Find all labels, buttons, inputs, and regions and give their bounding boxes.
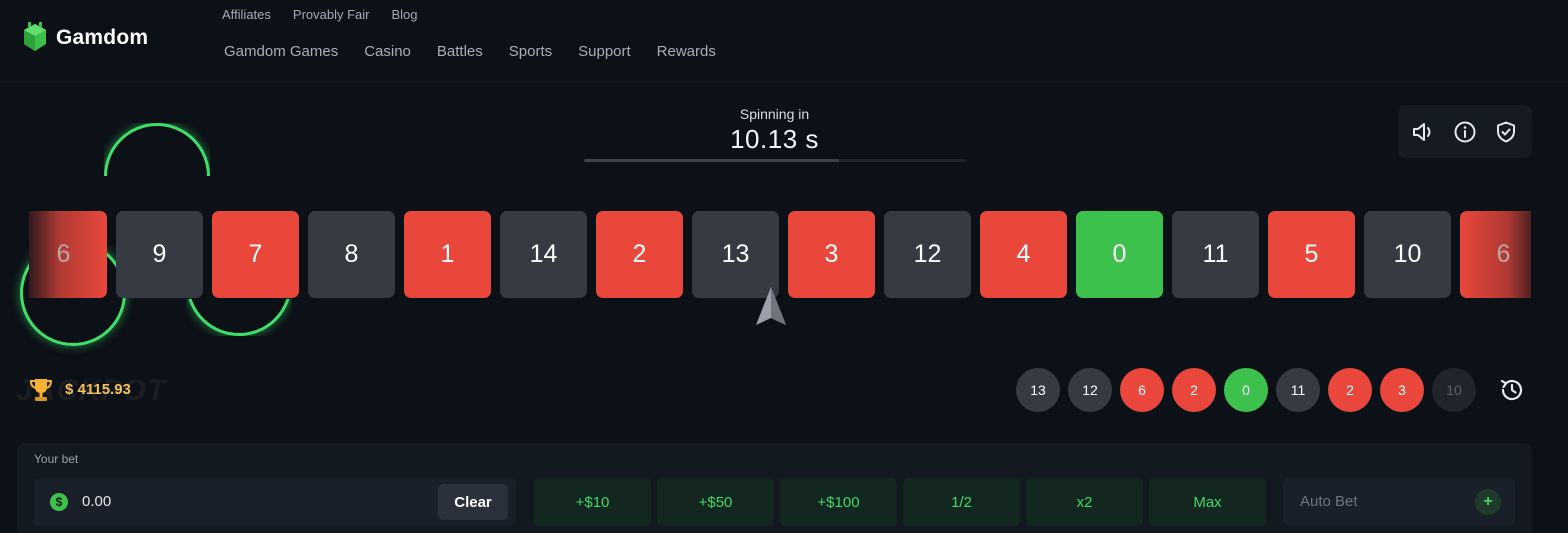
pointer-arrow-icon	[756, 287, 786, 325]
roulette-tile: 9	[116, 211, 203, 298]
auto-bet-add-button[interactable]: +	[1475, 489, 1501, 515]
roulette-tile: 14	[500, 211, 587, 298]
dollar-coin-icon: $	[50, 493, 68, 511]
history-button[interactable]	[1497, 374, 1527, 406]
roulette-tile: 1	[404, 211, 491, 298]
bet-panel: Your bet $ Clear +$10 +$50 +$100 1/2 x2 …	[17, 443, 1532, 533]
nav-rewards[interactable]: Rewards	[657, 43, 716, 60]
roulette-tile: 11	[1172, 211, 1259, 298]
header: Gamdom Affiliates Provably Fair Blog Gam…	[0, 0, 1568, 82]
nav-blog[interactable]: Blog	[391, 7, 417, 22]
add-100-button[interactable]: +$100	[780, 478, 897, 526]
history-result: 12	[1068, 368, 1112, 412]
bet-amount-field: $ Clear	[34, 478, 516, 526]
roulette-tile: 6	[1460, 211, 1531, 298]
history-result: 13	[1016, 368, 1060, 412]
shield-check-icon	[1496, 121, 1515, 142]
roulette-tile: 13	[692, 211, 779, 298]
jackpot-display: JACKPOT $ 4115.93	[16, 372, 176, 408]
nav-provably-fair[interactable]: Provably Fair	[293, 7, 370, 22]
main-nav: Gamdom Games Casino Battles Sports Suppo…	[224, 43, 716, 60]
max-button[interactable]: Max	[1149, 478, 1266, 526]
info-button[interactable]	[1450, 117, 1480, 147]
timer-value: 10.13 s	[730, 124, 819, 154]
roulette-strip: 6 9 7 8 1 14 2 13 3 12 4 0 11 5 10 6	[29, 211, 1531, 298]
nav-support[interactable]: Support	[578, 43, 631, 60]
provably-fair-button[interactable]	[1491, 117, 1521, 147]
game-controls	[1398, 105, 1532, 158]
brand-name: Gamdom	[56, 26, 149, 49]
roulette-tile: 3	[788, 211, 875, 298]
roulette-tile: 10	[1364, 211, 1451, 298]
add-10-button[interactable]: +$10	[534, 478, 651, 526]
history-icon	[1500, 379, 1523, 401]
history-result: 2	[1328, 368, 1372, 412]
roulette-tile: 7	[212, 211, 299, 298]
spin-timer: Spinning in 10.13 s	[584, 106, 965, 155]
roulette-tile: 2	[596, 211, 683, 298]
roulette-tile: 5	[1268, 211, 1355, 298]
clear-button[interactable]: Clear	[438, 484, 508, 520]
history-result: 10	[1432, 368, 1476, 412]
nav-affiliates[interactable]: Affiliates	[222, 7, 271, 22]
info-icon	[1454, 121, 1476, 142]
gamdom-logo-icon	[24, 22, 46, 51]
roulette-tile: 12	[884, 211, 971, 298]
add-50-button[interactable]: +$50	[657, 478, 774, 526]
nav-battles[interactable]: Battles	[437, 43, 483, 60]
brand-logo[interactable]: Gamdom	[22, 22, 148, 54]
sound-icon	[1413, 122, 1431, 141]
nav-casino[interactable]: Casino	[364, 43, 411, 60]
auto-bet-label: Auto Bet	[1300, 493, 1358, 510]
trophy-icon	[29, 379, 53, 401]
timer-progress-fill	[584, 159, 840, 162]
history-result: 0	[1224, 368, 1268, 412]
timer-progress-bar	[584, 159, 965, 162]
auto-bet-field[interactable]: Auto Bet +	[1283, 478, 1515, 526]
nav-sports[interactable]: Sports	[509, 43, 552, 60]
history-result: 2	[1172, 368, 1216, 412]
history-result: 3	[1380, 368, 1424, 412]
top-nav: Affiliates Provably Fair Blog	[222, 7, 418, 22]
double-button[interactable]: x2	[1026, 478, 1143, 526]
roulette-tile: 6	[29, 211, 107, 298]
roll-history: 13 12 6 2 0 11 2 3 10	[1016, 368, 1476, 412]
sound-button[interactable]	[1409, 117, 1439, 147]
half-button[interactable]: 1/2	[903, 478, 1020, 526]
history-result: 11	[1276, 368, 1320, 412]
nav-gamdom-games[interactable]: Gamdom Games	[224, 43, 338, 60]
roulette-tile: 8	[308, 211, 395, 298]
roulette-tile: 0	[1076, 211, 1163, 298]
bet-amount-input[interactable]	[82, 478, 382, 526]
history-result: 6	[1120, 368, 1164, 412]
jackpot-amount: $ 4115.93	[65, 381, 131, 398]
timer-label: Spinning in	[739, 106, 810, 122]
bet-label: Your bet	[34, 452, 79, 466]
roulette-tile: 4	[980, 211, 1067, 298]
bet-modifier-buttons: +$10 +$50 +$100 1/2 x2 Max	[534, 478, 1266, 526]
